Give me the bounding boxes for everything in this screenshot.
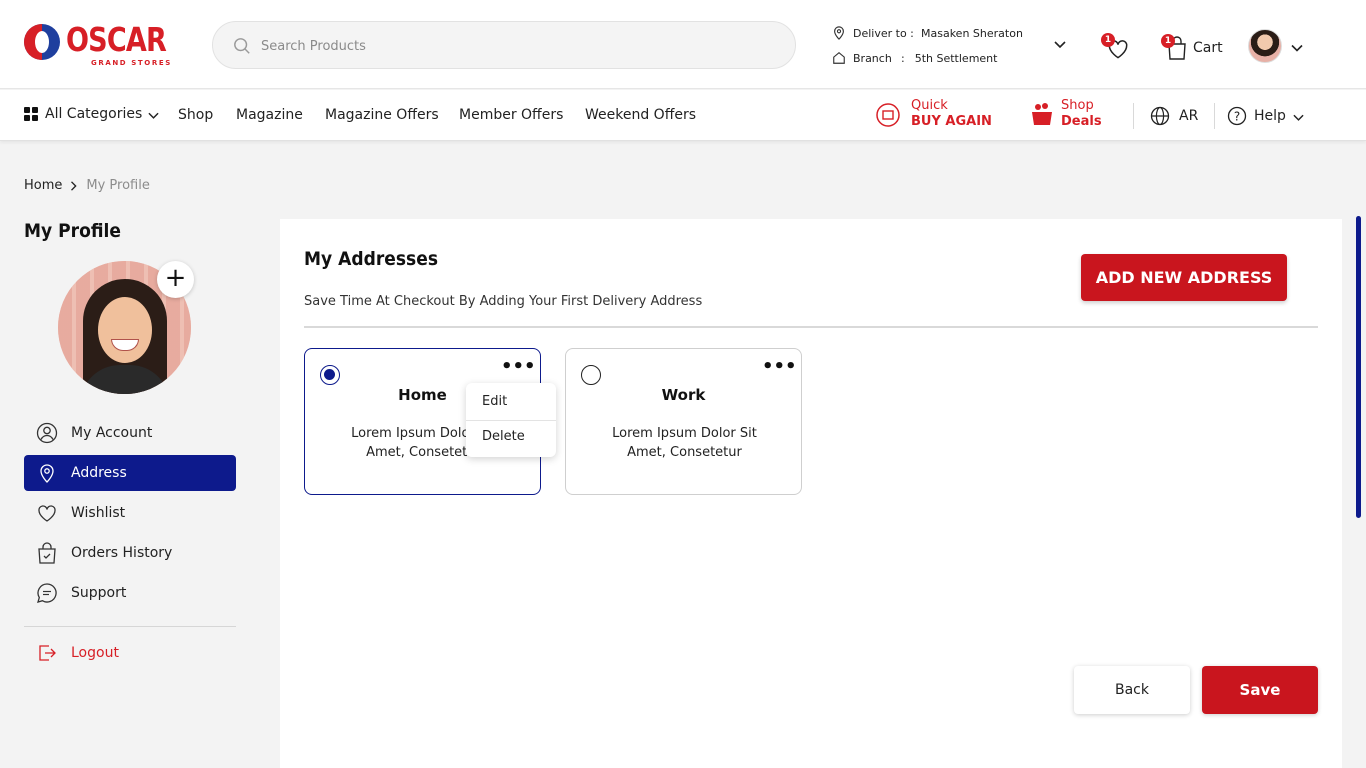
sidebar-item-support[interactable]: Support — [24, 575, 236, 611]
search-bar[interactable] — [212, 21, 796, 69]
chevron-down-icon — [1293, 114, 1304, 121]
bag-icon — [38, 542, 56, 564]
globe-icon — [1150, 106, 1170, 126]
address-line2: Amet, Consetetur — [627, 445, 742, 460]
deliver-label: Deliver to : — [853, 26, 914, 40]
location-pin-icon — [834, 26, 844, 40]
page-title: My Addresses — [304, 248, 439, 270]
location-pin-icon — [40, 464, 54, 483]
nav-member-offers[interactable]: Member Offers — [459, 107, 563, 123]
help-label: Help — [1254, 108, 1286, 124]
nav-divider — [1133, 103, 1134, 129]
sidebar-item-address[interactable]: Address — [24, 455, 236, 491]
address-text: Lorem Ipsum Dolor Sit Amet, Consetetur — [596, 424, 773, 462]
language-switch[interactable]: AR — [1150, 106, 1198, 126]
address-name: Work — [661, 386, 706, 404]
grid-icon — [24, 107, 38, 121]
address-line1: Lorem Ipsum Dolor Sit — [612, 426, 757, 441]
sidebar-item-label: Support — [71, 585, 127, 601]
cart-count-badge: 1 — [1161, 34, 1175, 48]
reorder-icon — [876, 103, 900, 127]
delivery-selector[interactable]: Deliver to : Masaken Sheraton Branch : 5… — [832, 22, 1072, 68]
shop-deals-link[interactable]: Shop Deals — [1030, 98, 1110, 132]
more-options-icon[interactable]: ••• — [762, 358, 797, 377]
nav-shop[interactable]: Shop — [178, 107, 213, 123]
store-icon — [833, 52, 845, 64]
page-subtitle: Save Time At Checkout By Adding Your Fir… — [304, 294, 703, 309]
menu-divider — [466, 420, 556, 421]
chevron-down-icon[interactable] — [1291, 44, 1303, 53]
add-photo-button[interactable]: + — [157, 261, 194, 298]
sidebar-title: My Profile — [24, 220, 121, 242]
chat-icon — [37, 583, 57, 603]
basket-icon — [1032, 103, 1052, 125]
sidebar-item-label: Orders History — [71, 545, 173, 561]
all-categories-label: All Categories — [45, 106, 143, 122]
logo-name: OSCAR — [66, 20, 167, 59]
search-input[interactable] — [261, 34, 761, 58]
site-header: OSCAR GRAND STORES Deliver to : Masaken … — [0, 0, 1366, 89]
branch-label: Branch — [853, 51, 892, 65]
chevron-down-icon — [148, 112, 159, 119]
breadcrumb: Home My Profile — [24, 178, 150, 193]
user-avatar[interactable] — [1248, 29, 1282, 63]
logo-mark-icon — [24, 24, 60, 60]
cart-label[interactable]: Cart — [1193, 40, 1223, 56]
shop-label: Shop — [1061, 98, 1094, 113]
language-label: AR — [1179, 108, 1199, 124]
sidebar-item-label: My Account — [71, 425, 153, 441]
deals-label: Deals — [1061, 114, 1102, 129]
save-button[interactable]: Save — [1202, 666, 1318, 714]
nav-magazine[interactable]: Magazine — [236, 107, 303, 123]
wishlist-count-badge: 1 — [1101, 33, 1115, 47]
search-icon — [234, 38, 250, 54]
cart-button[interactable]: 1 — [1161, 34, 1189, 61]
all-categories-menu[interactable]: All Categories — [24, 106, 159, 122]
sidebar-item-wishlist[interactable]: Wishlist — [24, 495, 236, 531]
main-nav: All Categories Shop Magazine Magazine Of… — [0, 90, 1366, 141]
chevron-right-icon — [71, 180, 78, 191]
svg-text:?: ? — [1234, 110, 1240, 124]
logout-button[interactable]: Logout — [24, 635, 236, 671]
sidebar-item-orders-history[interactable]: Orders History — [24, 535, 236, 571]
wishlist-header-button[interactable]: 1 — [1101, 33, 1131, 62]
panel-divider — [304, 326, 1318, 328]
oscar-logo[interactable]: OSCAR GRAND STORES — [24, 20, 170, 70]
logout-icon — [39, 645, 56, 661]
sidebar-item-label: Wishlist — [71, 505, 126, 521]
deliver-value: Masaken Sheraton — [921, 26, 1023, 40]
back-button[interactable]: Back — [1074, 666, 1190, 714]
sidebar-item-my-account[interactable]: My Account — [24, 415, 236, 451]
logo-tagline: GRAND STORES — [91, 59, 172, 67]
delete-address-option[interactable]: Delete — [482, 429, 525, 444]
address-radio-selected[interactable] — [320, 365, 340, 385]
scrollbar-thumb[interactable] — [1356, 216, 1361, 518]
address-card-work[interactable]: ••• Work Lorem Ipsum Dolor Sit Amet, Con… — [565, 348, 802, 495]
quick-label: Quick — [911, 98, 948, 113]
nav-weekend-offers[interactable]: Weekend Offers — [585, 107, 696, 123]
branch-value: 5th Settlement — [914, 51, 998, 65]
help-menu[interactable]: ? Help — [1227, 106, 1304, 126]
more-options-icon[interactable]: ••• — [501, 358, 536, 377]
heart-icon — [38, 505, 56, 522]
branch-separator: : — [901, 51, 905, 65]
chevron-down-icon[interactable] — [1054, 40, 1066, 50]
add-new-address-button[interactable]: ADD NEW ADDRESS — [1081, 254, 1287, 301]
nav-magazine-offers[interactable]: Magazine Offers — [325, 107, 439, 123]
logout-label: Logout — [71, 645, 119, 661]
help-icon: ? — [1227, 106, 1247, 126]
quick-buy-again-link[interactable]: Quick BUY AGAIN — [875, 98, 995, 132]
breadcrumb-home[interactable]: Home — [24, 178, 62, 193]
address-options-menu: Edit Delete — [466, 383, 556, 457]
address-radio[interactable] — [581, 365, 601, 385]
breadcrumb-current: My Profile — [86, 178, 150, 193]
user-icon — [36, 422, 58, 444]
nav-divider — [1214, 103, 1215, 129]
sidebar-item-label: Address — [71, 465, 127, 481]
buy-again-label: BUY AGAIN — [911, 114, 992, 129]
sidebar-divider — [24, 626, 236, 627]
edit-address-option[interactable]: Edit — [482, 394, 507, 409]
